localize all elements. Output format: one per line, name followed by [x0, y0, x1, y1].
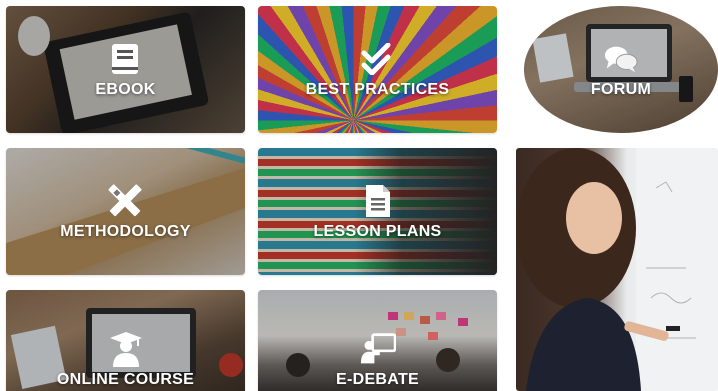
book-icon — [107, 41, 143, 77]
tile-label-forum: FORUM — [590, 80, 652, 98]
double-check-icon — [360, 41, 396, 77]
tile-label-lesson-plans: LESSON PLANS — [313, 222, 442, 240]
tile-label-ebook: EBOOK — [95, 80, 156, 98]
tile-label-online-course: ONLINE COURSE — [56, 370, 195, 388]
tile-label-methodology: METHODOLOGY — [60, 222, 191, 240]
chat-bubbles-icon — [603, 41, 639, 77]
tile-online-course[interactable]: ONLINE COURSE — [6, 290, 245, 391]
tile-ebook[interactable]: EBOOK — [6, 6, 245, 133]
presenter-board-icon — [360, 331, 396, 367]
tile-methodology[interactable]: METHODOLOGY — [6, 148, 245, 275]
graduate-user-icon — [108, 331, 144, 367]
tile-label-e-debate: E-DEBATE — [336, 370, 419, 388]
tile-lesson-plans[interactable]: LESSON PLANS — [258, 148, 497, 275]
tile-best-practices[interactable]: BEST PRACTICES — [258, 6, 497, 133]
tile-forum[interactable]: FORUM — [524, 6, 718, 133]
teacher-photo — [516, 148, 718, 391]
tile-label-best-practices: BEST PRACTICES — [305, 80, 450, 98]
tile-e-debate[interactable]: E-DEBATE — [258, 290, 497, 391]
pencil-ruler-icon — [107, 183, 143, 219]
document-icon — [360, 183, 396, 219]
